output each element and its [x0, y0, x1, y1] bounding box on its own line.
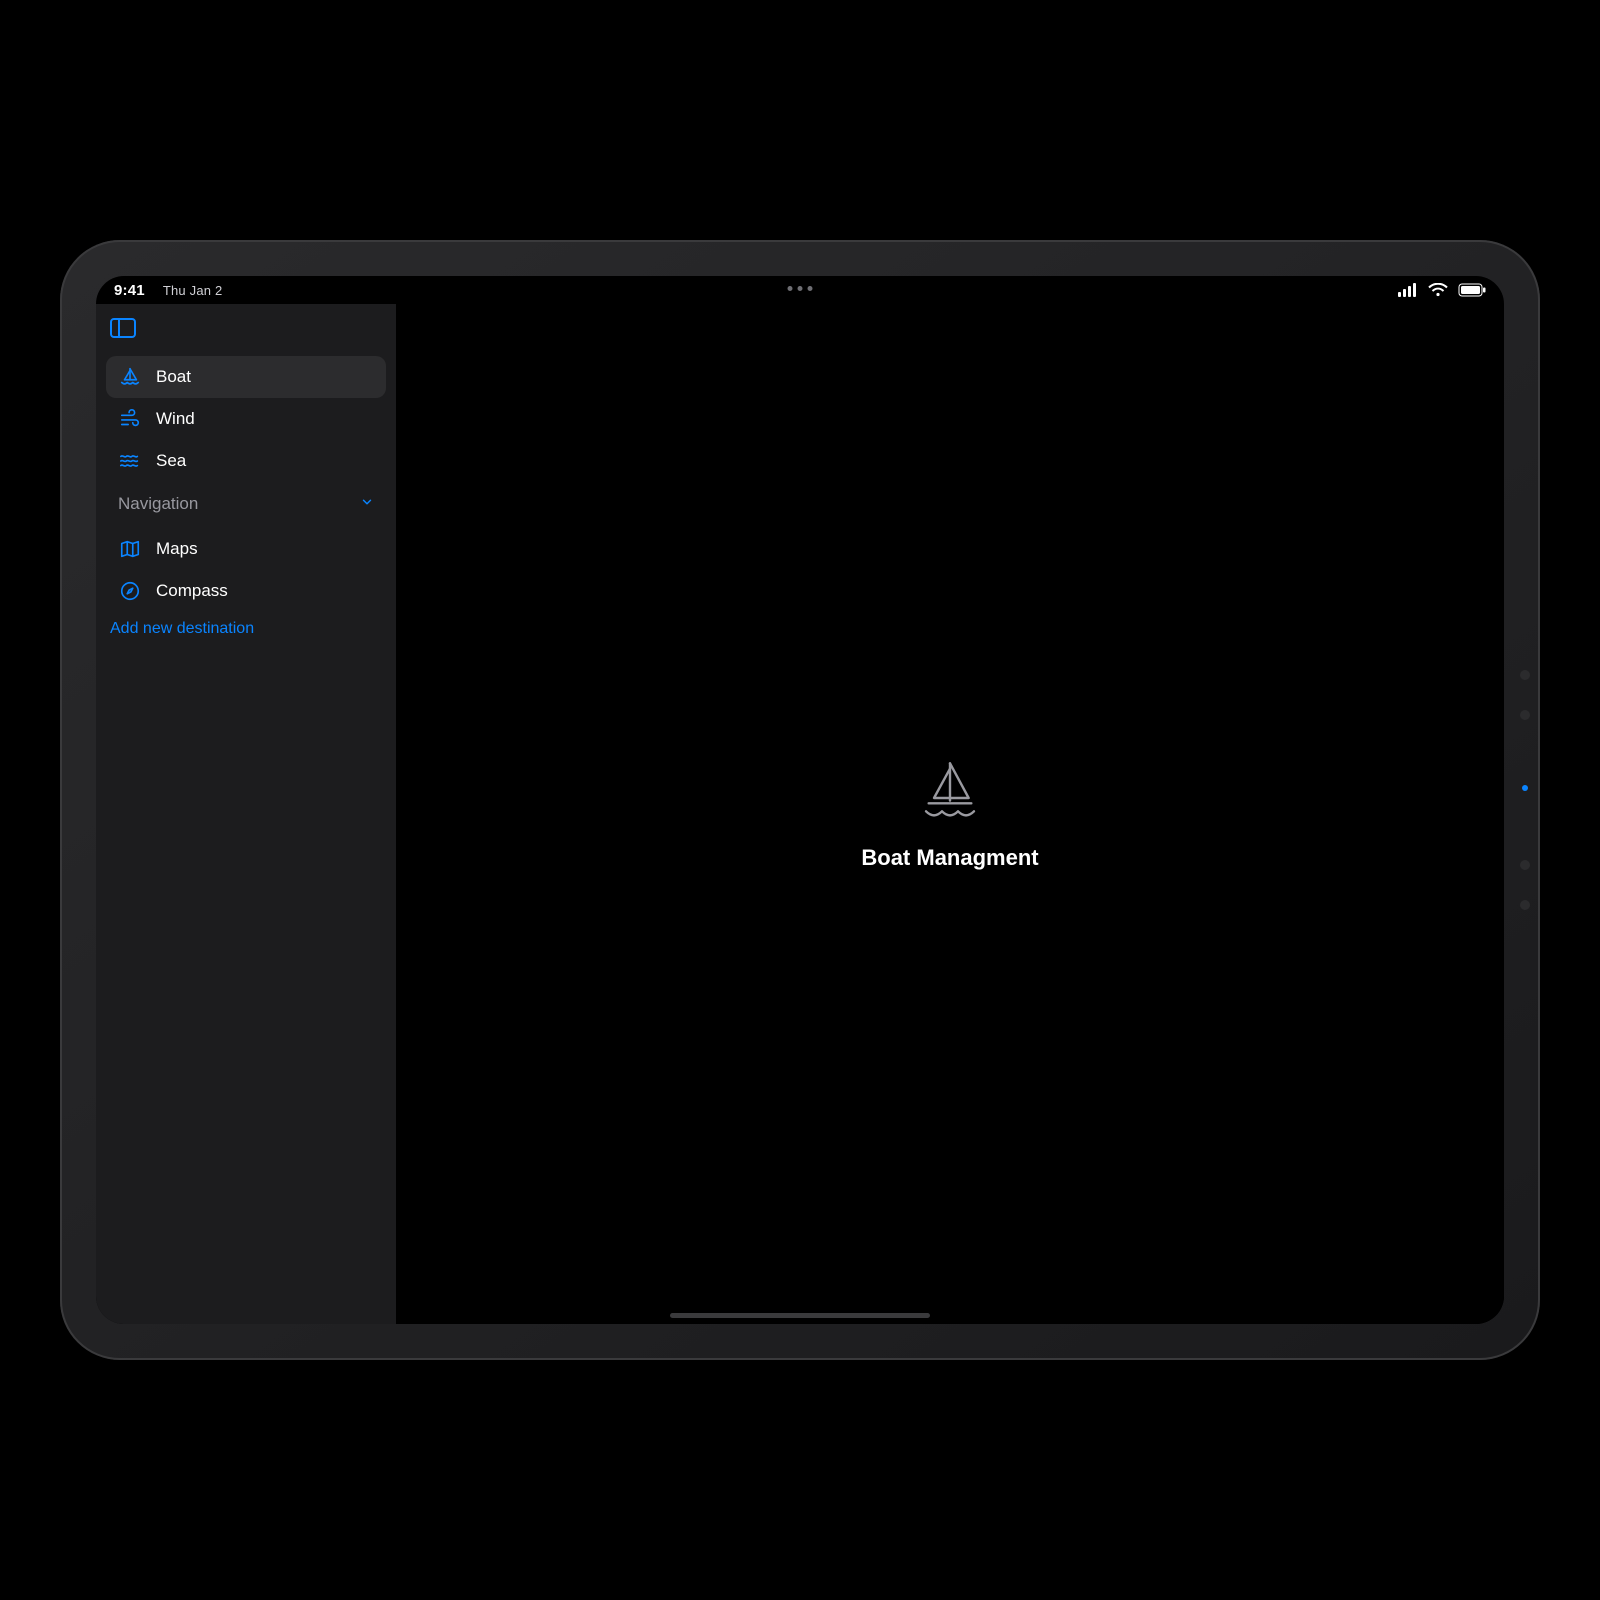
sailboat-large-icon	[918, 758, 982, 827]
sidebar-item-compass[interactable]: Compass	[106, 570, 386, 612]
sidebar-item-label: Boat	[156, 367, 191, 387]
sidebar-toggle-icon[interactable]	[110, 318, 136, 343]
status-bar: 9:41 Thu Jan 2	[96, 276, 1504, 304]
sidebar-item-wind[interactable]: Wind	[106, 398, 386, 440]
chevron-down-icon	[360, 494, 374, 514]
tablet-frame: 9:41 Thu Jan 2	[60, 240, 1540, 1360]
page-title: Boat Managment	[861, 845, 1038, 871]
sidebar-item-boat[interactable]: Boat	[106, 356, 386, 398]
frame-led	[1522, 785, 1528, 791]
hero: Boat Managment	[861, 758, 1038, 871]
battery-icon	[1458, 283, 1486, 297]
status-date: Thu Jan 2	[163, 283, 223, 298]
frame-dot	[1520, 900, 1530, 910]
sidebar-primary-list: Boat Wind Sea	[106, 356, 386, 482]
sidebar-item-label: Compass	[156, 581, 228, 601]
sailboat-icon	[118, 365, 142, 389]
wifi-icon	[1428, 283, 1448, 297]
map-icon	[118, 537, 142, 561]
sidebar-item-label: Wind	[156, 409, 195, 429]
status-time: 9:41	[114, 282, 145, 299]
add-destination-button[interactable]: Add new destination	[106, 612, 386, 638]
multitask-dots-icon[interactable]	[788, 286, 813, 291]
section-title: Navigation	[118, 494, 198, 514]
sidebar-item-label: Sea	[156, 451, 186, 471]
frame-dot	[1520, 710, 1530, 720]
waves-icon	[118, 449, 142, 473]
status-right	[1398, 283, 1486, 297]
screen: 9:41 Thu Jan 2	[96, 276, 1504, 1324]
sidebar-section-navigation[interactable]: Navigation	[106, 482, 386, 520]
sidebar-item-sea[interactable]: Sea	[106, 440, 386, 482]
wind-icon	[118, 407, 142, 431]
sidebar-navigation-list: Maps Compass	[106, 528, 386, 612]
sidebar-item-label: Maps	[156, 539, 198, 559]
frame-dot	[1520, 670, 1530, 680]
sidebar: Boat Wind Sea	[96, 304, 396, 1324]
sidebar-item-maps[interactable]: Maps	[106, 528, 386, 570]
compass-icon	[118, 579, 142, 603]
home-indicator[interactable]	[670, 1313, 930, 1318]
cellular-icon	[1398, 283, 1418, 297]
main-pane: Boat Managment	[396, 304, 1504, 1324]
frame-dot	[1520, 860, 1530, 870]
